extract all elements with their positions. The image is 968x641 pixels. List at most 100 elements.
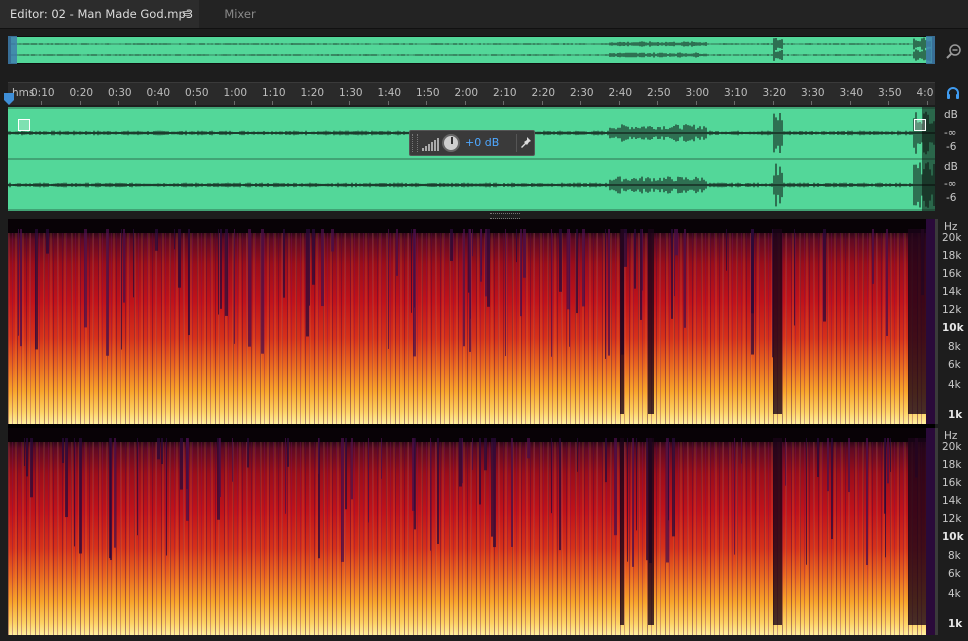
stereo-waveform [8,107,935,211]
freq-label: 16k [942,477,962,489]
freq-label: 14k [942,286,962,298]
ruler-tick [503,101,504,105]
headphones-icon[interactable] [946,86,960,100]
ruler-tick [156,101,158,105]
ruler-label: 2:20 [531,87,556,99]
amplitude-hud[interactable]: +0 dB [409,130,535,156]
level-bars-icon [422,138,439,151]
freq-label: 20k [942,232,962,244]
freq-label: 1k [948,618,963,630]
pin-icon[interactable] [520,136,532,150]
waveform-display[interactable] [8,107,935,211]
ruler-tick [272,101,273,105]
hud-separator [516,134,517,152]
hud-grip-handle[interactable] [412,134,418,152]
ruler-label: 1:40 [377,87,402,99]
ruler-tick [811,101,812,105]
freq-label: 6k [948,568,961,580]
amp-minus6-ch2: -6 [946,192,957,204]
overview-navigator[interactable] [8,36,935,64]
freq-label: 4k [948,379,961,391]
zoom-out-icon[interactable] [945,42,963,60]
ruler-tick [734,101,735,105]
amp-unit-ch2: dB [944,161,958,173]
ruler-label: 3:30 [801,87,825,99]
playhead-marker[interactable] [4,93,14,105]
ruler-tick [387,101,389,105]
ruler-tick [79,101,81,105]
tab-mixer[interactable]: Mixer [200,0,280,28]
freq-label: 10k [942,531,964,543]
ruler-tick [849,101,851,105]
ruler-label: 3:00 [685,87,710,99]
freq-label: 10k [942,322,964,334]
fade-out-handle[interactable] [914,119,926,131]
ruler-label: 2:50 [647,87,671,99]
ruler-tick [310,101,312,105]
ruler-label: 1:10 [262,87,286,99]
freq-label: 18k [942,459,962,471]
freq-label: 1k [948,409,963,421]
spectral-gaps-ch2 [8,428,935,635]
ruler-tick [41,101,42,105]
ruler-tick [233,101,235,105]
ruler-tick [541,101,543,105]
freq-label: 12k [942,513,962,525]
ruler-label: 3:20 [762,87,787,99]
ruler-label: 2:00 [454,87,479,99]
freq-label: 14k [942,495,962,507]
freq-label: 8k [948,550,961,562]
volume-value[interactable]: +0 dB [465,136,499,149]
ruler-label: 1:30 [339,87,363,99]
freq-label: 8k [948,341,961,353]
frequency-scale-ch2: Hz 20k 18k 16k 14k 12k 10k 8k 6k 4k 1k [938,428,968,635]
freq-label: 16k [942,268,962,280]
tab-editor-label: Editor: 02 - Man Made God.mp3 [10,7,194,21]
ruler-label: 0:40 [146,87,171,99]
ruler-tick [618,101,620,105]
tab-menu-icon[interactable]: ≡ [182,0,191,28]
amp-inf-ch1: -∞ [944,127,957,139]
amp-unit-ch1: dB [944,109,958,121]
ruler-label: 1:50 [416,87,440,99]
tab-mixer-label: Mixer [224,7,256,21]
ruler-tick [772,101,774,105]
ruler-tick [695,101,697,105]
ruler-label: 0:10 [31,87,55,99]
tab-editor[interactable]: Editor: 02 - Man Made God.mp3 ≡ [0,0,199,28]
freq-label: 6k [948,359,961,371]
ruler-tick [580,101,581,105]
ruler-tick [657,101,658,105]
fade-in-handle[interactable] [18,119,30,131]
ruler-label: 3:40 [839,87,864,99]
ruler-tick [926,101,928,105]
ruler-label: 1:00 [223,87,248,99]
ruler-label: 0:50 [185,87,209,99]
freq-label: 4k [948,588,961,600]
ruler-tick [349,101,350,105]
ruler-tick [464,101,466,105]
overview-waveform [8,36,935,64]
amp-inf-ch2: -∞ [944,178,957,190]
amp-minus6-ch1: -6 [946,141,957,153]
ruler-tick [426,101,427,105]
ruler-label: 2:40 [608,87,633,99]
ruler-label: 0:20 [69,87,94,99]
ruler-tick [195,101,196,105]
ruler-label: 3:50 [878,87,902,99]
frequency-scale-ch1: Hz 20k 18k 16k 14k 12k 10k 8k 6k 4k 1k [938,219,968,424]
ruler-label: 4:0 [916,87,934,99]
ruler-label: 2:10 [493,87,517,99]
time-ruler[interactable]: hms 0:10 0:20 0:30 0:40 0:50 1:00 1:10 1:20 1:30 1… [8,82,935,105]
volume-knob[interactable] [442,134,460,152]
ruler-label: 3:10 [724,87,748,99]
amplitude-scale: dB -∞ -6 dB -∞ -6 [940,108,968,212]
spectral-display-ch1[interactable] [8,219,935,424]
spectral-gaps-ch1 [8,219,935,424]
ruler-label: 0:30 [108,87,132,99]
ruler-label: 1:20 [300,87,325,99]
panel-tab-bar: Editor: 02 - Man Made God.mp3 ≡ Mixer [0,0,968,29]
freq-label: 18k [942,250,962,262]
ruler-tick [888,101,889,105]
spectral-display-ch2[interactable] [8,428,935,635]
